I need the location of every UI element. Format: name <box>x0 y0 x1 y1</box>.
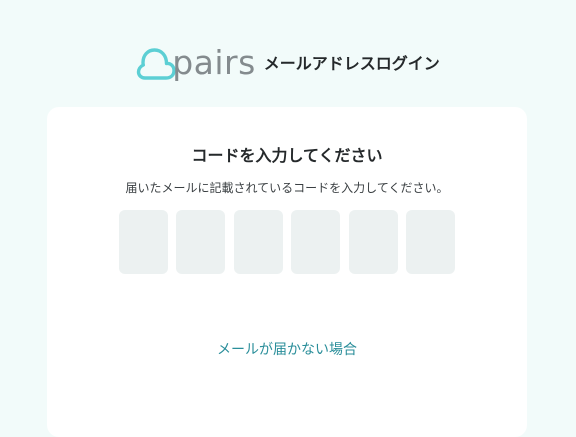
code-input-group <box>119 210 455 274</box>
code-digit-input-6[interactable] <box>405 210 455 274</box>
verification-card: コードを入力してください 届いたメールに記載されているコードを入力してください。… <box>47 107 527 437</box>
pairs-logo: pairs <box>136 40 256 84</box>
card-description: 届いたメールに記載されているコードを入力してください。 <box>125 181 449 195</box>
logo-wordmark: pairs <box>172 43 256 82</box>
card-title: コードを入力してください <box>191 146 383 165</box>
page-header: pairs メールアドレスログイン <box>0 40 576 84</box>
code-digit-input-4[interactable] <box>291 210 341 274</box>
page-title: メールアドレスログイン <box>263 54 440 73</box>
code-digit-input-2[interactable] <box>176 210 226 274</box>
email-not-received-link[interactable]: メールが届かない場合 <box>47 340 527 360</box>
code-digit-input-5[interactable] <box>348 210 398 274</box>
cloud-icon <box>136 48 176 80</box>
code-digit-input-1[interactable] <box>119 210 168 274</box>
code-digit-input-3[interactable] <box>233 210 283 274</box>
